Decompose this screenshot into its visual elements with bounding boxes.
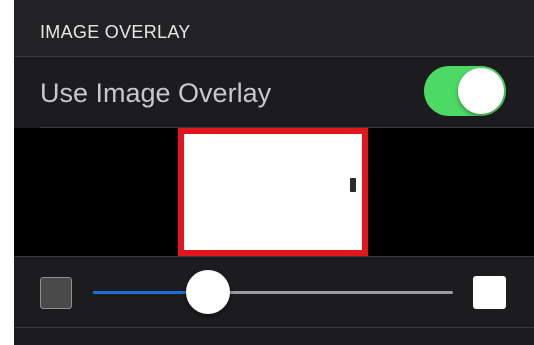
overlay-watermark-image: ~ ~ ~ ~ ~ ~: [357, 148, 368, 246]
overlay-preview: ~ ~ ~ ~ ~ ~: [14, 128, 534, 256]
settings-panel: IMAGE OVERLAY Use Image Overlay ~ ~ ~ ~ …: [14, 0, 534, 345]
section-header: IMAGE OVERLAY: [14, 0, 534, 57]
use-image-overlay-label: Use Image Overlay: [40, 78, 272, 108]
overlay-opacity-row: [14, 256, 534, 328]
divider: [14, 256, 534, 257]
panel-bottom: [14, 328, 534, 345]
dark-square-icon: [40, 277, 72, 309]
white-square-icon: [473, 276, 506, 309]
section-title: IMAGE OVERLAY: [40, 22, 191, 42]
use-image-overlay-row: Use Image Overlay: [14, 57, 534, 127]
opacity-slider-track[interactable]: [93, 291, 453, 294]
switch-knob[interactable]: [458, 68, 504, 114]
opacity-slider-thumb[interactable]: [186, 270, 231, 314]
use-image-overlay-switch[interactable]: [424, 66, 506, 116]
overlay-mark-image: [350, 178, 356, 192]
overlay-image-frame[interactable]: ~ ~ ~ ~ ~ ~: [178, 128, 368, 256]
